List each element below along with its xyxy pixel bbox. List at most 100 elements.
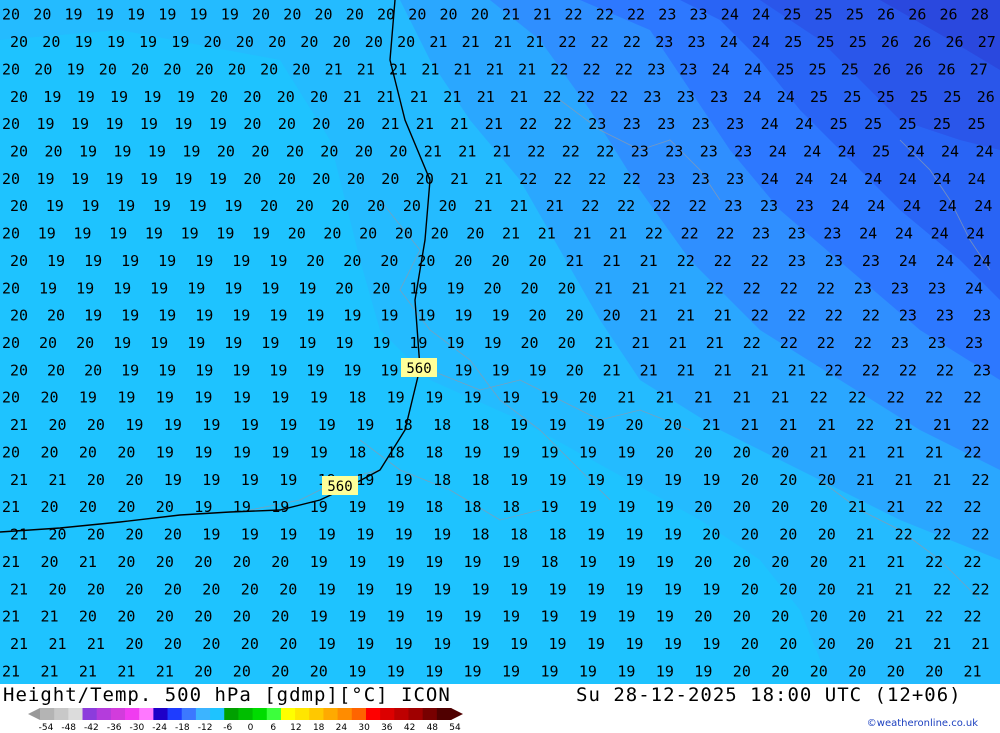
temperature-label: 23 xyxy=(658,6,676,24)
temperature-label: 21 xyxy=(972,635,990,653)
temperature-label: 20 xyxy=(312,115,330,133)
temperature-label: 19 xyxy=(209,115,227,133)
temperature-label: 19 xyxy=(656,498,674,516)
temperature-label: 19 xyxy=(694,662,712,680)
temperature-label: 19 xyxy=(233,498,251,516)
temperature-label: 24 xyxy=(721,6,739,24)
temperature-label: 20 xyxy=(779,471,797,489)
temperature-label: 20 xyxy=(10,252,28,270)
temperature-label: 24 xyxy=(761,170,779,188)
legend-swatch xyxy=(266,708,282,720)
temperature-label: 20 xyxy=(664,416,682,434)
temperature-label: 22 xyxy=(972,580,990,598)
temperature-label: 19 xyxy=(73,225,91,243)
temperature-label: 19 xyxy=(77,88,95,106)
temperature-label: 19 xyxy=(579,444,597,462)
temperature-label: 22 xyxy=(856,416,874,434)
temperature-label: 19 xyxy=(181,225,199,243)
temperature-label: 20 xyxy=(87,416,105,434)
temperature-label: 20 xyxy=(310,88,328,106)
temperature-label: 22 xyxy=(527,143,545,161)
temperature-label: 21 xyxy=(706,334,724,352)
temperature-label: 19 xyxy=(232,307,250,325)
temperature-label: 19 xyxy=(195,307,213,325)
temperature-label: 19 xyxy=(702,580,720,598)
legend-tick-label: -54 xyxy=(38,723,54,733)
legend-tick-label: -24 xyxy=(152,723,167,733)
temperature-label: 19 xyxy=(579,498,597,516)
temperature-label: 26 xyxy=(873,60,891,78)
temperature-label: 19 xyxy=(81,197,99,215)
legend-swatch xyxy=(252,708,268,720)
temperature-label: 19 xyxy=(579,608,597,626)
temperature-label: 20 xyxy=(117,608,135,626)
temperature-label: 24 xyxy=(939,197,957,215)
temperature-label: 22 xyxy=(519,170,537,188)
temperature-label: 19 xyxy=(484,334,502,352)
credit-link[interactable]: ©weatheronline.co.uk xyxy=(867,718,978,729)
temperature-label: 22 xyxy=(562,143,580,161)
temperature-label: 22 xyxy=(780,279,798,297)
temperature-label: 19 xyxy=(395,471,413,489)
temperature-label: 21 xyxy=(546,197,564,215)
legend-tick-label: -12 xyxy=(197,723,213,733)
temperature-label: 22 xyxy=(848,389,866,407)
temperature-label: 25 xyxy=(968,115,986,133)
temperature-label: 20 xyxy=(271,608,289,626)
temperature-label: 21 xyxy=(41,662,59,680)
temperature-label: 19 xyxy=(43,88,61,106)
temperature-label: 20 xyxy=(47,307,65,325)
temperature-label: 20 xyxy=(2,170,20,188)
legend-swatch xyxy=(323,708,339,720)
temperature-label: 22 xyxy=(543,88,561,106)
temperature-label: 19 xyxy=(387,498,405,516)
legend-swatch xyxy=(224,708,239,720)
contour-label-560-b-text: 560 xyxy=(327,479,352,495)
temperature-label: 19 xyxy=(492,361,510,379)
temperature-label: 19 xyxy=(306,307,324,325)
temperature-label: 20 xyxy=(125,580,143,598)
legend-left-arrow xyxy=(28,708,40,720)
temperature-label: 19 xyxy=(110,88,128,106)
temperature-label: 21 xyxy=(669,279,687,297)
temperature-label: 20 xyxy=(810,662,828,680)
legend-tick-label: 36 xyxy=(381,723,393,733)
temperature-label: 20 xyxy=(279,580,297,598)
temperature-label: 19 xyxy=(158,252,176,270)
temperature-label: 25 xyxy=(815,6,833,24)
temperature-label: 20 xyxy=(39,334,57,352)
temperature-label: 22 xyxy=(558,33,576,51)
map-datetime: Su 28-12-2025 18:00 UTC (12+06) xyxy=(576,684,962,706)
temperature-label: 19 xyxy=(189,197,207,215)
temperature-label: 20 xyxy=(818,635,836,653)
temperature-label: 19 xyxy=(71,115,89,133)
temperature-label: 23 xyxy=(623,115,641,133)
temperature-label: 19 xyxy=(79,389,97,407)
temperature-label: 20 xyxy=(625,416,643,434)
legend-swatch xyxy=(436,708,452,720)
temperature-label: 21 xyxy=(677,307,695,325)
legend-swatch xyxy=(110,708,126,720)
temperature-label: 19 xyxy=(121,361,139,379)
temperature-label: 19 xyxy=(348,608,366,626)
legend-swatch xyxy=(139,708,154,720)
temperature-label: 20 xyxy=(466,225,484,243)
temperature-label: 20 xyxy=(818,526,836,544)
temperature-label: 24 xyxy=(974,197,992,215)
temperature-label: 20 xyxy=(125,526,143,544)
legend-tick-label: 42 xyxy=(403,723,416,733)
temperature-label: 19 xyxy=(356,471,374,489)
temperature-label: 19 xyxy=(318,526,336,544)
temperature-label: 19 xyxy=(356,635,374,653)
temperature-label: 22 xyxy=(780,334,798,352)
temperature-label: 25 xyxy=(849,33,867,51)
temperature-label: 20 xyxy=(2,6,20,24)
temperature-label: 19 xyxy=(664,526,682,544)
temperature-label: 19 xyxy=(541,389,559,407)
temperature-label: 21 xyxy=(49,471,67,489)
color-legend xyxy=(28,708,463,720)
temperature-label: 22 xyxy=(550,60,568,78)
temperature-label: 20 xyxy=(271,553,289,571)
temperature-label: 21 xyxy=(632,279,650,297)
temperature-label: 21 xyxy=(609,225,627,243)
